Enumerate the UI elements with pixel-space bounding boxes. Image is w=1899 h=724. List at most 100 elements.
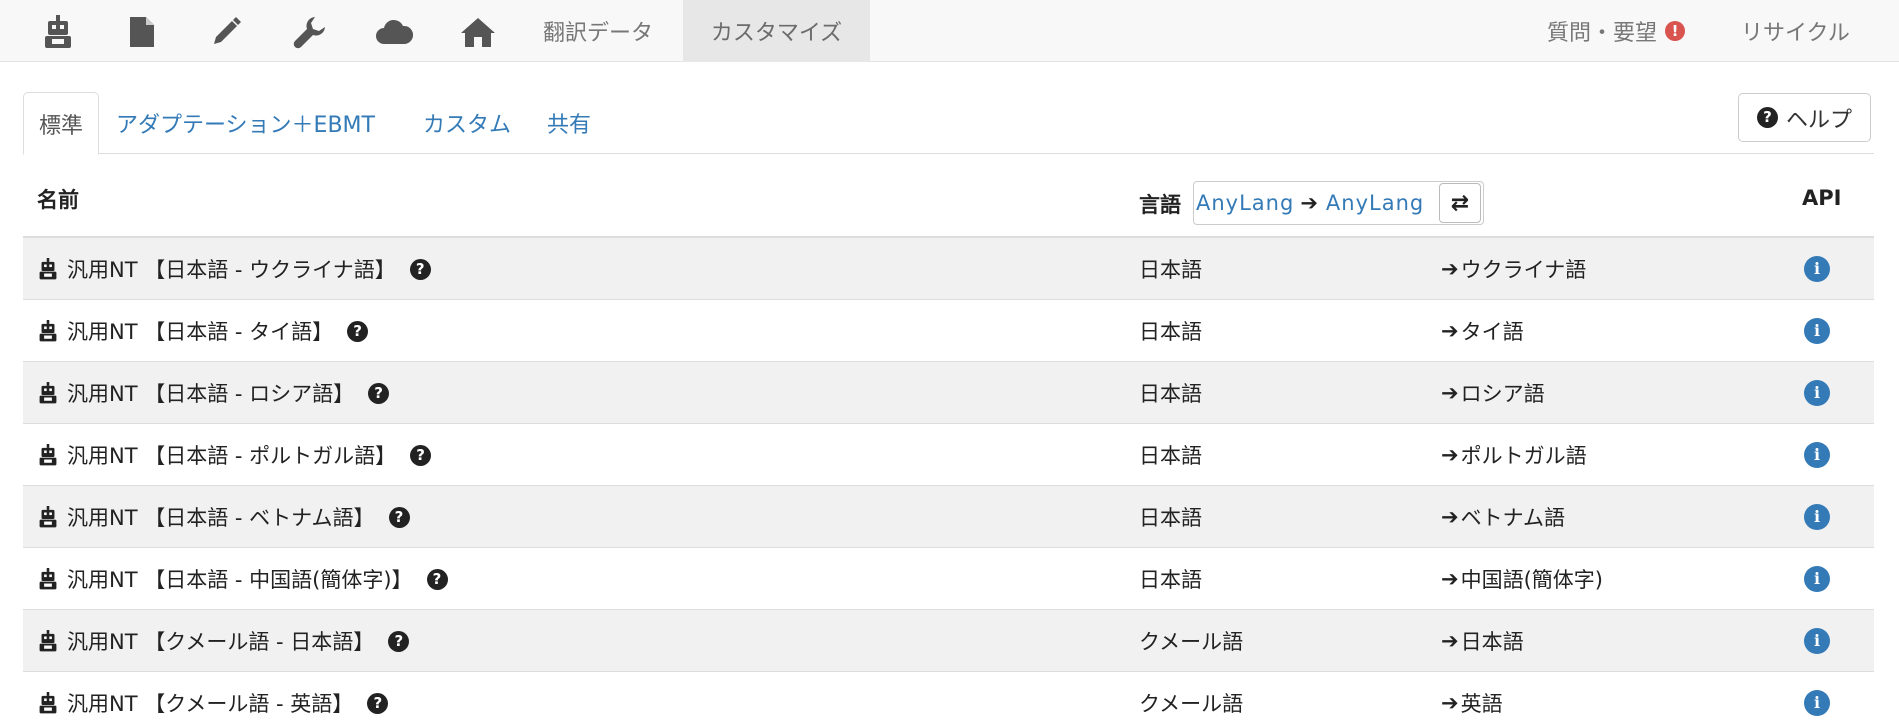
target-language: ➔ 英語 bbox=[1441, 672, 1503, 724]
target-language-text: 中国語(簡体字) bbox=[1460, 568, 1603, 592]
model-name-text: 汎用NT 【クメール語 - 英語】 bbox=[67, 692, 354, 716]
model-name-text: 汎用NT 【日本語 - ベトナム語】 bbox=[67, 506, 375, 530]
arrow-right-icon: ➔ bbox=[1441, 629, 1459, 653]
robot-icon bbox=[37, 320, 59, 342]
model-name-text: 汎用NT 【日本語 - ロシア語】 bbox=[67, 382, 355, 406]
nav-customize[interactable]: カスタマイズ bbox=[683, 0, 870, 62]
source-language-selector[interactable]: AnyLang bbox=[1194, 191, 1294, 215]
file-icon[interactable] bbox=[122, 12, 162, 52]
source-language: クメール語 bbox=[1139, 692, 1244, 716]
home-icon[interactable] bbox=[458, 12, 498, 52]
question-circle-icon[interactable]: ? bbox=[388, 630, 410, 652]
arrow-right-icon: ➔ bbox=[1441, 567, 1459, 591]
target-language: ➔ 日本語 bbox=[1441, 610, 1524, 672]
source-language: 日本語 bbox=[1139, 506, 1202, 530]
info-circle-icon[interactable]: i bbox=[1804, 690, 1830, 716]
info-circle-icon[interactable]: i bbox=[1804, 504, 1830, 530]
target-language-text: ウクライナ語 bbox=[1460, 258, 1587, 282]
robot-icon bbox=[37, 506, 59, 528]
nav-recycle[interactable]: リサイクル bbox=[1741, 0, 1850, 62]
pencil-icon[interactable] bbox=[206, 12, 246, 52]
question-circle-icon[interactable]: ? bbox=[410, 444, 432, 466]
question-circle-icon[interactable]: ? bbox=[409, 258, 431, 280]
robot-icon[interactable] bbox=[38, 12, 78, 52]
model-name: 汎用NT 【日本語 - ウクライナ語】? bbox=[67, 238, 431, 300]
model-name-text: 汎用NT 【日本語 - ポルトガル語】 bbox=[67, 444, 397, 468]
model-name: 汎用NT 【クメール語 - 日本語】? bbox=[67, 610, 410, 672]
help-button-label: ヘルプ bbox=[1785, 107, 1852, 133]
cloud-icon[interactable] bbox=[374, 12, 414, 52]
arrow-right-icon: ➔ bbox=[1441, 505, 1459, 529]
model-tabs: 標準 アダプテーション＋EBMT カスタム 共有 bbox=[23, 92, 1874, 155]
robot-icon bbox=[37, 568, 59, 590]
model-name: 汎用NT 【日本語 - ベトナム語】? bbox=[67, 486, 410, 548]
arrow-right-icon: ➔ bbox=[1441, 257, 1459, 281]
arrow-right-icon: ➔ bbox=[1441, 443, 1459, 467]
model-name-text: 汎用NT 【日本語 - タイ語】 bbox=[67, 320, 334, 344]
table-row: 汎用NT 【日本語 - ウクライナ語】? 日本語 ➔ ウクライナ語 i bbox=[23, 238, 1874, 300]
question-circle-icon[interactable]: ? bbox=[368, 382, 390, 404]
info-circle-icon[interactable]: i bbox=[1804, 256, 1830, 282]
table-row: 汎用NT 【日本語 - ロシア語】? 日本語 ➔ ロシア語 i bbox=[23, 362, 1874, 424]
table-row: 汎用NT 【日本語 - 中国語(簡体字)】? 日本語 ➔ 中国語(簡体字) i bbox=[23, 548, 1874, 610]
source-language: クメール語 bbox=[1139, 630, 1244, 654]
target-language: ➔ ポルトガル語 bbox=[1441, 424, 1587, 486]
source-language: 日本語 bbox=[1139, 320, 1202, 344]
model-name-text: 汎用NT 【日本語 - 中国語(簡体字)】 bbox=[67, 568, 413, 592]
column-header-api: API bbox=[1802, 186, 1842, 210]
top-navbar: 翻訳データ カスタマイズ 質問・要望 ! リサイクル bbox=[0, 0, 1899, 62]
model-name: 汎用NT 【日本語 - ポルトガル語】? bbox=[67, 424, 432, 486]
robot-icon bbox=[37, 692, 59, 714]
target-language: ➔ タイ語 bbox=[1441, 300, 1524, 362]
robot-icon bbox=[37, 444, 59, 466]
table-row: 汎用NT 【日本語 - ポルトガル語】? 日本語 ➔ ポルトガル語 i bbox=[23, 424, 1874, 486]
nav-translation-data[interactable]: 翻訳データ bbox=[543, 0, 653, 62]
tab-custom[interactable]: カスタム bbox=[423, 92, 511, 154]
language-filter: AnyLang ➔ AnyLang ⇄ bbox=[1193, 181, 1484, 225]
target-language-selector[interactable]: AnyLang bbox=[1324, 191, 1424, 215]
wrench-icon[interactable] bbox=[290, 12, 330, 52]
robot-icon bbox=[37, 382, 59, 404]
column-header-language: 言語 bbox=[1139, 193, 1181, 217]
table-row: 汎用NT 【クメール語 - 日本語】? クメール語 ➔ 日本語 i bbox=[23, 610, 1874, 672]
target-language-text: ロシア語 bbox=[1460, 382, 1545, 406]
tab-shared[interactable]: 共有 bbox=[547, 92, 591, 154]
nav-questions[interactable]: 質問・要望 ! bbox=[1547, 0, 1686, 62]
tab-standard[interactable]: 標準 bbox=[23, 92, 100, 155]
target-language: ➔ ウクライナ語 bbox=[1441, 238, 1586, 300]
model-name: 汎用NT 【日本語 - ロシア語】? bbox=[67, 362, 390, 424]
target-language: ➔ 中国語(簡体字) bbox=[1441, 548, 1603, 610]
question-circle-icon[interactable]: ? bbox=[347, 320, 369, 342]
question-circle-icon[interactable]: ? bbox=[367, 692, 389, 714]
source-language: 日本語 bbox=[1139, 258, 1202, 282]
question-circle-icon[interactable]: ? bbox=[426, 568, 448, 590]
robot-icon bbox=[37, 630, 59, 652]
question-circle-icon: ? bbox=[1756, 107, 1778, 128]
tab-adaptation[interactable]: アダプテーション＋EBMT bbox=[116, 92, 375, 154]
target-language-text: 英語 bbox=[1460, 692, 1503, 716]
column-header-name: 名前 bbox=[37, 188, 79, 212]
help-button[interactable]: ? ヘルプ bbox=[1738, 93, 1871, 142]
exclamation-circle-icon: ! bbox=[1665, 21, 1686, 41]
model-name: 汎用NT 【日本語 - 中国語(簡体字)】? bbox=[67, 548, 448, 610]
exchange-icon: ⇄ bbox=[1450, 190, 1470, 216]
robot-icon bbox=[37, 258, 59, 280]
swap-languages-button[interactable]: ⇄ bbox=[1439, 183, 1481, 223]
arrow-right-icon: ➔ bbox=[1441, 381, 1459, 405]
info-circle-icon[interactable]: i bbox=[1804, 566, 1830, 592]
target-language-text: タイ語 bbox=[1460, 320, 1524, 344]
source-language: 日本語 bbox=[1139, 444, 1202, 468]
arrow-right-icon: ➔ bbox=[1441, 691, 1459, 715]
question-circle-icon[interactable]: ? bbox=[388, 506, 410, 528]
target-language-text: 日本語 bbox=[1460, 630, 1524, 654]
target-language: ➔ ベトナム語 bbox=[1441, 486, 1565, 548]
target-language-text: ポルトガル語 bbox=[1460, 444, 1587, 468]
info-circle-icon[interactable]: i bbox=[1804, 442, 1830, 468]
source-language: 日本語 bbox=[1139, 568, 1202, 592]
target-language-text: ベトナム語 bbox=[1460, 506, 1565, 530]
table-row: 汎用NT 【日本語 - ベトナム語】? 日本語 ➔ ベトナム語 i bbox=[23, 486, 1874, 548]
info-circle-icon[interactable]: i bbox=[1804, 628, 1830, 654]
info-circle-icon[interactable]: i bbox=[1804, 380, 1830, 406]
info-circle-icon[interactable]: i bbox=[1804, 318, 1830, 344]
table-row: 汎用NT 【クメール語 - 英語】? クメール語 ➔ 英語 i bbox=[23, 672, 1874, 724]
